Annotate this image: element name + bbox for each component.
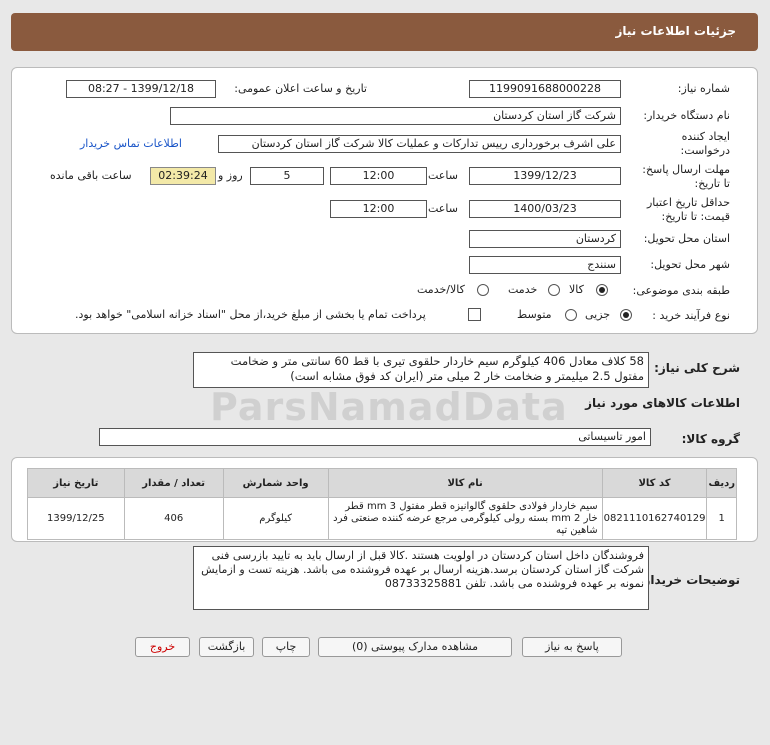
creator-field: علی اشرف برخورداری رییس تدارکات و عملیات… (218, 135, 621, 153)
reply-time-field: 12:00 (330, 167, 427, 185)
validity-time-label: ساعت (428, 202, 458, 215)
reply-deadline-label-line1: مهلت ارسال پاسخ: (642, 163, 730, 176)
summary-label: شرح کلی نیاز: (654, 361, 740, 375)
announce-field: 1399/12/18 - 08:27 (66, 80, 216, 98)
category-goods-label: کالا (569, 283, 584, 296)
validity-date-field: 1400/03/23 (469, 200, 621, 218)
col-date: تاریخ نیاز (27, 468, 125, 498)
row-code: 0821110162740129 (601, 497, 708, 540)
page-title: جزئیات اطلاعات نیاز (615, 24, 736, 38)
row-qty: 406 (123, 497, 224, 540)
print-button[interactable]: چاپ (262, 637, 310, 657)
row-index: 1 (706, 497, 737, 540)
remaining-time-field: 02:39:24 (150, 167, 216, 185)
category-goods-radio[interactable] (596, 284, 608, 296)
row-name: سیم خاردار فولادی حلقوی گالوانیزه قطر مف… (327, 497, 603, 540)
buyer-notes-label: توضیحات خریدار: (638, 573, 740, 587)
reply-deadline-label-line2: تا تاریخ: (694, 177, 730, 190)
category-label: طبقه بندی موضوعی: (632, 284, 730, 297)
creator-label-line1: ایجاد کننده (681, 130, 730, 143)
buyer-org-label: نام دستگاه خریدار: (643, 109, 730, 122)
city-field: سنندج (469, 256, 621, 274)
process-medium-radio[interactable] (565, 309, 577, 321)
validity-label-line1: حداقل تاریخ اعتبار (646, 196, 730, 209)
announce-label: تاریخ و ساعت اعلان عمومی: (234, 82, 367, 95)
table-row: 1 0821110162740129 سیم خاردار فولادی حلق… (27, 497, 737, 540)
validity-label-line2: قیمت: تا تاریخ: (661, 210, 730, 223)
col-index: ردیف (706, 468, 737, 498)
need-number-label: شماره نیاز: (677, 82, 730, 95)
category-goods-service-label: کالا/خدمت (417, 283, 465, 296)
col-unit: واحد شمارش (222, 468, 329, 498)
col-qty: تعداد / مقدار (123, 468, 224, 498)
category-service-radio[interactable] (548, 284, 560, 296)
process-minor-radio[interactable] (620, 309, 632, 321)
buyer-org-field: شرکت گاز استان کردستان (170, 107, 621, 125)
process-label: نوع فرآیند خرید : (652, 309, 730, 322)
process-medium-label: متوسط (517, 308, 552, 321)
summary-text: 58 کلاف معادل 406 کیلوگرم سیم خاردار حلق… (193, 352, 649, 388)
treasury-payment-note: پرداخت تمام یا بخشی از مبلغ خرید،از محل … (75, 308, 426, 321)
need-number-field: 1199091688000228 (469, 80, 621, 98)
col-name: نام کالا (327, 468, 603, 498)
reply-button[interactable]: پاسخ به نیاز (522, 637, 622, 657)
row-unit: کیلوگرم (222, 497, 329, 540)
exit-button[interactable]: خروج (135, 637, 190, 657)
treasury-payment-checkbox[interactable] (468, 308, 481, 321)
validity-time-field: 12:00 (330, 200, 427, 218)
buyer-contact-link[interactable]: اطلاعات تماس خریدار (80, 137, 182, 150)
watermark-logo: ParsNamadData (210, 385, 568, 429)
row-date: 1399/12/25 (27, 497, 125, 540)
goods-table: ردیف کد کالا نام کالا واحد شمارش تعداد /… (27, 468, 737, 540)
category-goods-service-radio[interactable] (477, 284, 489, 296)
process-minor-label: جزیی (585, 308, 611, 321)
remaining-time-label: ساعت باقی مانده (50, 169, 132, 182)
buyer-notes-text: فروشندگان داخل استان کردستان در اولویت ه… (193, 546, 649, 610)
city-label: شهر محل تحویل: (650, 258, 730, 271)
reply-date-field: 1399/12/23 (469, 167, 621, 185)
goods-group-label: گروه کالا: (681, 432, 740, 446)
province-label: استان محل تحویل: (643, 232, 730, 245)
attachments-button[interactable]: مشاهده مدارک پیوستی (0) (318, 637, 512, 657)
back-button[interactable]: بازگشت (199, 637, 254, 657)
page-header: جزئیات اطلاعات نیاز (11, 13, 758, 51)
days-label: روز و (218, 169, 243, 182)
category-service-label: خدمت (508, 283, 538, 296)
col-code: کد کالا (601, 468, 708, 498)
days-field: 5 (250, 167, 324, 185)
province-field: کردستان (469, 230, 621, 248)
reply-time-label: ساعت (428, 169, 458, 182)
creator-label-line2: درخواست: (680, 144, 730, 157)
goods-section-title: اطلاعات کالاهای مورد نیاز (585, 396, 740, 410)
goods-group-field: امور تاسیساتی (99, 428, 651, 446)
